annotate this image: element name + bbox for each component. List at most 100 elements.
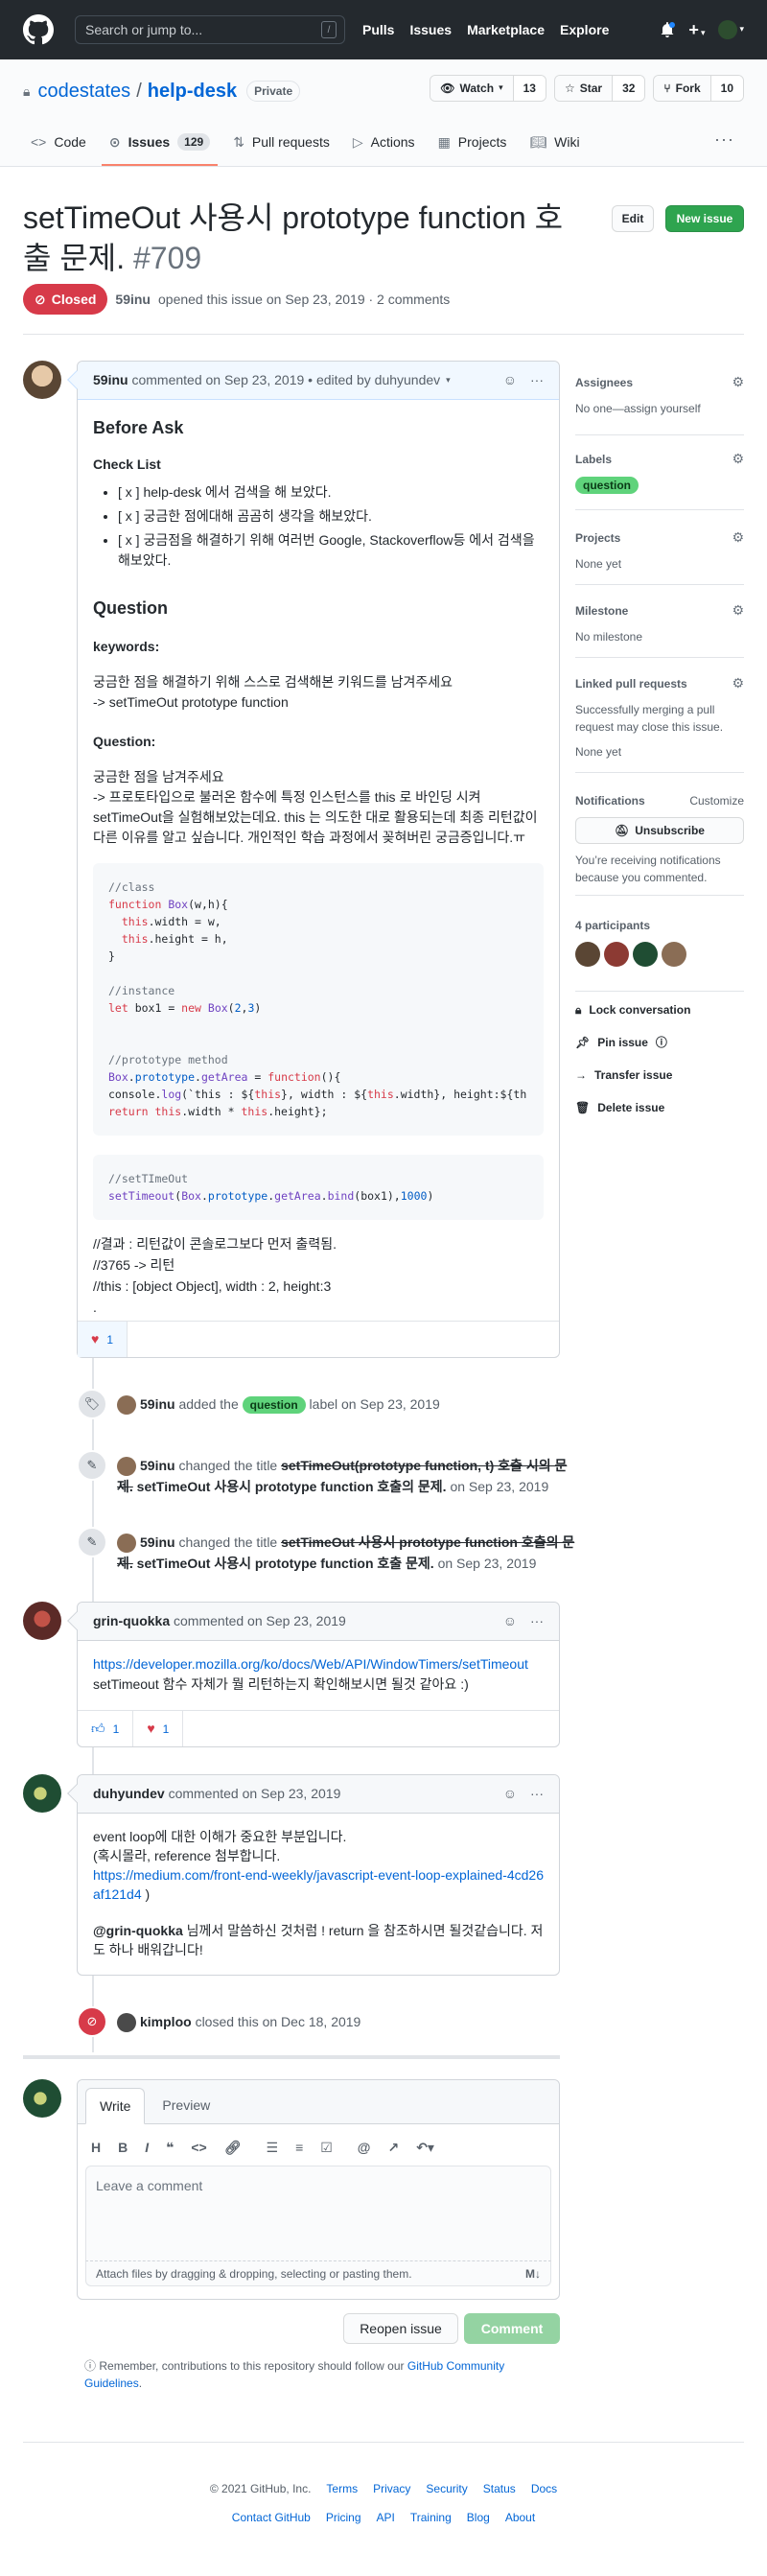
participant-avatar[interactable] bbox=[633, 942, 658, 967]
watch-count[interactable]: 13 bbox=[513, 76, 546, 101]
cross-reference-icon[interactable]: ↗ bbox=[387, 2138, 399, 2158]
link-icon[interactable]: 🔗︎ bbox=[224, 2138, 242, 2158]
star-count[interactable]: 32 bbox=[613, 76, 645, 101]
chevron-down-icon[interactable]: ▾ bbox=[446, 374, 451, 387]
new-issue-button[interactable]: New issue bbox=[665, 205, 744, 232]
unsubscribe-button[interactable]: 🔕︎ Unsubscribe bbox=[575, 817, 744, 844]
tab-code[interactable]: <> Code bbox=[23, 120, 94, 166]
edit-title-button[interactable]: Edit bbox=[612, 205, 654, 232]
fork-button[interactable]: ⑂ Fork 10 bbox=[653, 75, 744, 102]
event-actor[interactable]: kimploo bbox=[140, 2014, 192, 2029]
tab-preview[interactable]: Preview bbox=[149, 2087, 223, 2123]
nav-marketplace[interactable]: Marketplace bbox=[467, 20, 545, 40]
footer-link-training[interactable]: Training bbox=[410, 2509, 452, 2526]
smiley-icon[interactable]: ☺ bbox=[503, 370, 517, 390]
transfer-issue-action[interactable]: → Transfer issue bbox=[575, 1066, 672, 1084]
tab-actions[interactable]: ▷ Actions bbox=[345, 120, 423, 166]
repo-owner-link[interactable]: codestates bbox=[37, 77, 130, 105]
footer-link-blog[interactable]: Blog bbox=[467, 2509, 490, 2526]
avatar[interactable] bbox=[117, 1395, 136, 1416]
label-question[interactable]: question bbox=[575, 477, 639, 494]
notification-bell-icon[interactable] bbox=[660, 22, 676, 37]
kebab-menu-icon[interactable]: ··· bbox=[530, 1611, 544, 1631]
reference-link[interactable]: https://developer.mozilla.org/ko/docs/We… bbox=[93, 1656, 528, 1672]
sidebar-linked-prs[interactable]: Linked pull requests ⚙ Successfully mergi… bbox=[575, 673, 744, 773]
bulleted-list-icon[interactable]: ☰ bbox=[267, 2138, 279, 2158]
footer-link-docs[interactable]: Docs bbox=[531, 2480, 557, 2497]
star-button[interactable]: ☆ Star 32 bbox=[553, 75, 646, 102]
event-actor[interactable]: 59inu bbox=[140, 1458, 175, 1473]
author-avatar[interactable] bbox=[23, 1602, 61, 1640]
smiley-icon[interactable]: ☺ bbox=[503, 1611, 517, 1631]
more-options-icon[interactable]: ··· bbox=[714, 127, 734, 152]
fork-count[interactable]: 10 bbox=[710, 76, 743, 101]
italic-icon[interactable]: I bbox=[145, 2138, 149, 2158]
footer-link-status[interactable]: Status bbox=[483, 2480, 516, 2497]
pin-issue-action[interactable]: 📌︎ Pin issue ⓘ bbox=[575, 1034, 667, 1051]
gear-icon[interactable]: ⚙ bbox=[732, 527, 744, 548]
sidebar-milestone[interactable]: Milestone ⚙ No milestone bbox=[575, 600, 744, 658]
nav-explore[interactable]: Explore bbox=[560, 20, 609, 40]
nav-issues[interactable]: Issues bbox=[409, 20, 452, 40]
participant-avatar[interactable] bbox=[575, 942, 600, 967]
avatar[interactable] bbox=[117, 1534, 136, 1554]
comment-textarea[interactable]: Leave a comment bbox=[85, 2166, 551, 2261]
current-user-avatar[interactable] bbox=[23, 2079, 61, 2118]
footer-link-privacy[interactable]: Privacy bbox=[373, 2480, 410, 2497]
tab-write[interactable]: Write bbox=[85, 2088, 146, 2124]
tab-issues[interactable]: ⊙ Issues 129 bbox=[101, 120, 219, 166]
gear-icon[interactable]: ⚙ bbox=[732, 600, 744, 621]
create-new-plus-icon[interactable]: + ▾ bbox=[688, 17, 705, 43]
reaction-heart[interactable]: ♥ 1 bbox=[133, 1711, 184, 1746]
reference-link[interactable]: https://medium.com/front-end-weekly/java… bbox=[93, 1867, 544, 1902]
reply-icon[interactable]: ↶▾ bbox=[416, 2138, 434, 2158]
reopen-issue-button[interactable]: Reopen issue bbox=[343, 2313, 458, 2344]
kebab-menu-icon[interactable]: ··· bbox=[530, 1784, 544, 1804]
bold-icon[interactable]: B bbox=[118, 2138, 128, 2158]
attach-files-bar[interactable]: Attach files by dragging & dropping, sel… bbox=[85, 2261, 551, 2286]
quote-icon[interactable]: ❝ bbox=[166, 2138, 174, 2158]
author-avatar[interactable] bbox=[23, 1774, 61, 1813]
kebab-menu-icon[interactable]: ··· bbox=[530, 370, 544, 390]
delete-issue-action[interactable]: 🗑︎ Delete issue bbox=[575, 1099, 664, 1116]
comment-author[interactable]: 59inu bbox=[93, 370, 128, 390]
nav-pulls[interactable]: Pulls bbox=[362, 20, 394, 40]
footer-link-api[interactable]: API bbox=[377, 2509, 395, 2526]
code-icon[interactable]: <> bbox=[191, 2138, 206, 2158]
comment-button[interactable]: Comment bbox=[464, 2313, 560, 2344]
search-input[interactable]: Search or jump to... / bbox=[75, 15, 345, 44]
footer-link-terms[interactable]: Terms bbox=[326, 2480, 358, 2497]
mention-icon[interactable]: @ bbox=[358, 2138, 371, 2158]
participant-avatar[interactable] bbox=[662, 942, 686, 967]
issue-author[interactable]: 59inu bbox=[115, 290, 151, 310]
comment-author[interactable]: duhyundev bbox=[93, 1784, 165, 1804]
reaction-heart[interactable]: ♥ 1 bbox=[78, 1322, 128, 1357]
smiley-icon[interactable]: ☺ bbox=[503, 1784, 517, 1804]
gear-icon[interactable]: ⚙ bbox=[732, 372, 744, 392]
footer-link-security[interactable]: Security bbox=[426, 2480, 467, 2497]
event-actor[interactable]: 59inu bbox=[140, 1534, 175, 1550]
tab-projects[interactable]: ▦ Projects bbox=[430, 120, 515, 166]
footer-link-about[interactable]: About bbox=[505, 2509, 535, 2526]
gear-icon[interactable]: ⚙ bbox=[732, 449, 744, 469]
github-logo-icon[interactable] bbox=[23, 14, 54, 45]
user-mention[interactable]: @grin-quokka bbox=[93, 1923, 183, 1938]
sidebar-assignees[interactable]: Assignees ⚙ No one—assign yourself bbox=[575, 372, 744, 435]
sidebar-labels[interactable]: Labels ⚙ question bbox=[575, 449, 744, 510]
avatar[interactable] bbox=[117, 1457, 136, 1477]
avatar[interactable] bbox=[117, 2013, 136, 2033]
participant-avatar[interactable] bbox=[604, 942, 629, 967]
footer-link-contact[interactable]: Contact GitHub bbox=[232, 2509, 311, 2526]
comment-author[interactable]: grin-quokka bbox=[93, 1611, 170, 1631]
heading-icon[interactable]: H bbox=[91, 2138, 101, 2158]
author-avatar[interactable] bbox=[23, 361, 61, 399]
reaction-thumbs-up[interactable]: 👍︎ 1 bbox=[78, 1711, 134, 1746]
watch-button[interactable]: 👁︎ Watch ▾ 13 bbox=[430, 75, 546, 102]
footer-link-pricing[interactable]: Pricing bbox=[326, 2509, 361, 2526]
numbered-list-icon[interactable]: ≡ bbox=[295, 2138, 303, 2158]
user-menu[interactable]: ▾ bbox=[718, 20, 744, 39]
sidebar-value[interactable]: No one—assign yourself bbox=[575, 402, 701, 415]
lock-conversation-action[interactable]: 🔒︎ Lock conversation bbox=[575, 1001, 690, 1019]
repo-name-link[interactable]: help-desk bbox=[148, 77, 237, 105]
gear-icon[interactable]: ⚙ bbox=[732, 673, 744, 693]
